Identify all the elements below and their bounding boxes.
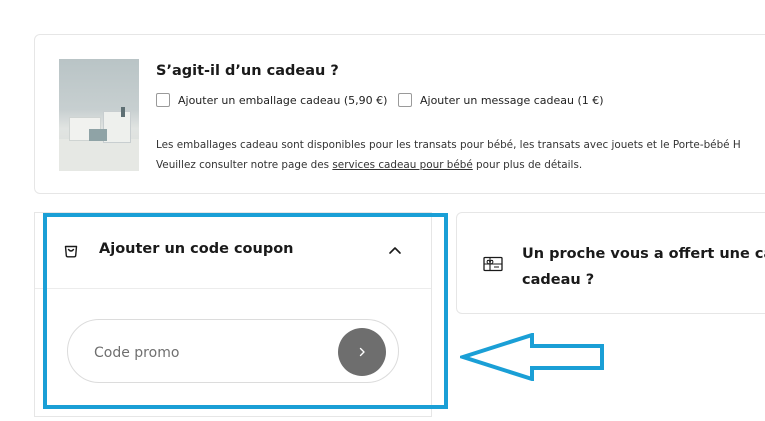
gift-wrap-checkbox[interactable] <box>156 93 170 107</box>
gift-card-icon <box>483 256 503 272</box>
coupon-panel: Ajouter un code coupon <box>34 212 432 417</box>
coupon-header[interactable]: Ajouter un code coupon <box>35 213 431 289</box>
gift-card-panel[interactable]: Un proche vous a offert une cart cadeau … <box>456 212 765 314</box>
gift-section-title: S’agit-il d’un cadeau ? <box>156 63 339 79</box>
gift-wrap-photo <box>59 59 139 171</box>
coupon-title: Ajouter un code coupon <box>99 241 294 257</box>
gift-description-line2: Veuillez consulter notre page des servic… <box>156 155 741 175</box>
promo-submit-button[interactable] <box>338 328 386 376</box>
gift-description-line1: Les emballages cadeau sont disponibles p… <box>156 139 741 151</box>
chevron-right-icon <box>359 347 365 357</box>
baby-gift-services-link[interactable]: services cadeau pour bébé <box>332 159 472 171</box>
gift-wrap-option[interactable]: Ajouter un emballage cadeau (5,90 €) <box>156 93 387 107</box>
chevron-up-icon[interactable] <box>387 243 403 257</box>
shopping-bag-icon <box>64 245 78 258</box>
gift-section: S’agit-il d’un cadeau ? Ajouter un embal… <box>34 34 765 194</box>
gift-description: Les emballages cadeau sont disponibles p… <box>156 135 741 175</box>
gift-card-title: Un proche vous a offert une cart cadeau … <box>522 241 765 293</box>
gift-description-prefix: Veuillez consulter notre page des <box>156 159 333 171</box>
promo-code-input[interactable] <box>92 340 326 366</box>
gift-message-label: Ajouter un message cadeau (1 €) <box>420 93 604 107</box>
gift-card-title-line1: Un proche vous a offert une cart <box>522 246 765 262</box>
left-arrow-annotation <box>460 333 604 381</box>
gift-card-title-line2: cadeau ? <box>522 272 595 288</box>
gift-message-checkbox[interactable] <box>398 93 412 107</box>
gift-wrap-label: Ajouter un emballage cadeau (5,90 €) <box>178 93 388 107</box>
promo-code-field[interactable] <box>67 319 399 383</box>
gift-message-option[interactable]: Ajouter un message cadeau (1 €) <box>398 93 604 107</box>
gift-description-suffix: pour plus de détails. <box>472 159 583 171</box>
